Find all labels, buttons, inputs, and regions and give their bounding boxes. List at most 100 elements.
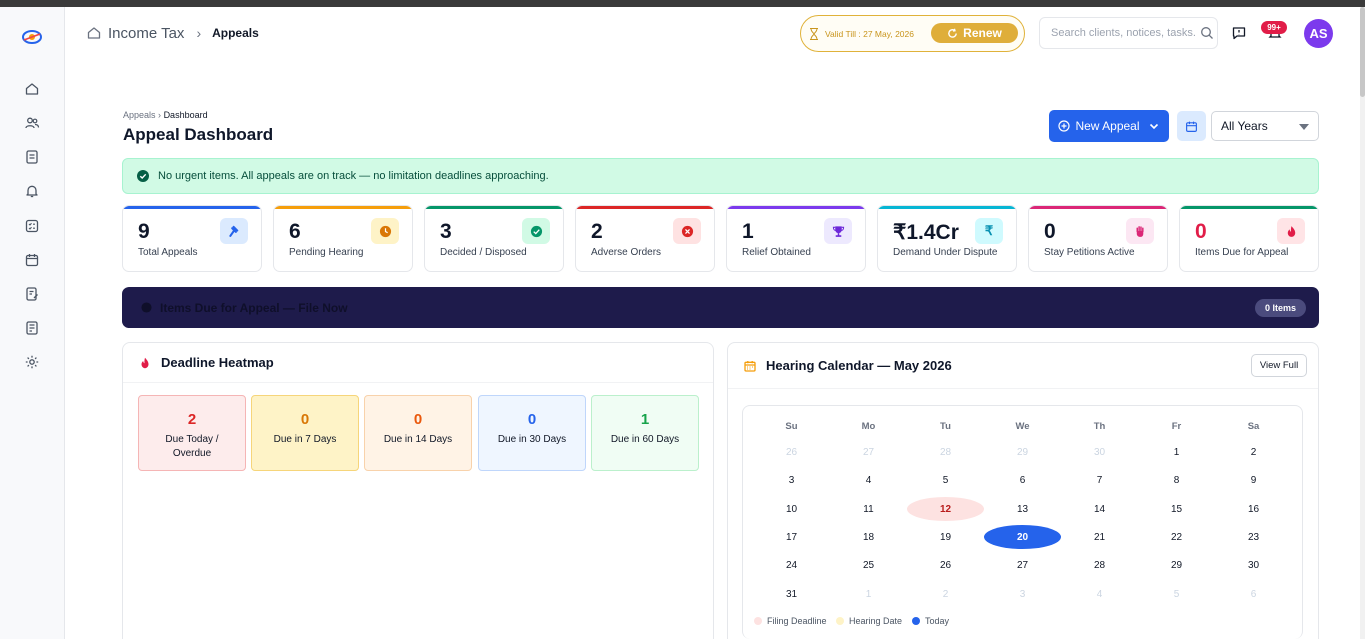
- sidebar-item-settings[interactable]: [19, 349, 45, 375]
- calendar-day[interactable]: 11: [830, 497, 907, 521]
- stat-card-items-due-for-appeal[interactable]: 0 Items Due for Appeal: [1179, 205, 1319, 272]
- user-avatar[interactable]: AS: [1304, 19, 1333, 48]
- calendar-day[interactable]: 20: [984, 525, 1061, 549]
- view-full-button[interactable]: View Full: [1251, 354, 1307, 377]
- sidebar-item-clients[interactable]: [19, 110, 45, 136]
- breadcrumb-module[interactable]: Income Tax: [108, 25, 184, 42]
- stat-value: 1: [742, 220, 754, 243]
- stat-label: Pending Hearing: [289, 247, 364, 258]
- calendar-day[interactable]: 1: [1138, 440, 1215, 464]
- calendar-day[interactable]: 3: [753, 468, 830, 492]
- stat-card-adverse-orders[interactable]: 2 Adverse Orders: [575, 205, 715, 272]
- search-icon[interactable]: [1200, 26, 1214, 40]
- calendar-day[interactable]: 6: [1215, 582, 1292, 606]
- checklist-icon: [25, 219, 39, 233]
- calendar-day[interactable]: 19: [907, 525, 984, 549]
- calendar-day[interactable]: 10: [753, 497, 830, 521]
- sidebar-item-notifications[interactable]: [19, 178, 45, 204]
- calendar-day[interactable]: 18: [830, 525, 907, 549]
- stat-card-decided-disposed[interactable]: 3 Decided / Disposed: [424, 205, 564, 272]
- calendar-day[interactable]: 29: [1138, 553, 1215, 577]
- calendar-day[interactable]: 24: [753, 553, 830, 577]
- stat-card-demand-under-dispute[interactable]: ₹1.4Cr Demand Under Dispute ₹: [877, 205, 1017, 272]
- stat-label: Stay Petitions Active: [1044, 247, 1135, 258]
- sidebar-item-documents[interactable]: [19, 144, 45, 170]
- calendar-day[interactable]: 16: [1215, 497, 1292, 521]
- weekday-header: Su: [785, 420, 798, 432]
- notification-count-badge[interactable]: 99+: [1261, 21, 1287, 34]
- calendar-view-button[interactable]: [1177, 111, 1206, 141]
- calendar-day[interactable]: 30: [1061, 440, 1138, 464]
- calendar-day[interactable]: 4: [1061, 582, 1138, 606]
- stat-card-pending-hearing[interactable]: 6 Pending Hearing: [273, 205, 413, 272]
- stat-card-relief-obtained[interactable]: 1 Relief Obtained: [726, 205, 866, 272]
- bell-icon: [26, 185, 38, 198]
- heatmap-cell-14-days[interactable]: 0 Due in 14 Days: [364, 395, 472, 471]
- page-breadcrumb: Appeals › Dashboard: [123, 110, 208, 120]
- calendar-day[interactable]: 6: [984, 468, 1061, 492]
- global-search[interactable]: [1039, 17, 1218, 49]
- calendar-day[interactable]: 22: [1138, 525, 1215, 549]
- calendar-day[interactable]: 2: [1215, 440, 1292, 464]
- heatmap-cell-60-days[interactable]: 1 Due in 60 Days: [591, 395, 699, 471]
- check-circle-icon: [137, 170, 149, 182]
- page-scrollbar[interactable]: [1360, 7, 1365, 639]
- calendar-day[interactable]: 26: [753, 440, 830, 464]
- calendar-day[interactable]: 27: [830, 440, 907, 464]
- status-alert: No urgent items. All appeals are on trac…: [122, 158, 1319, 194]
- heatmap-cell-due-today[interactable]: 2 Due Today / Overdue: [138, 395, 246, 471]
- new-appeal-button[interactable]: New Appeal: [1049, 110, 1169, 142]
- calendar-day[interactable]: 8: [1138, 468, 1215, 492]
- calendar-day[interactable]: 5: [907, 468, 984, 492]
- calendar-day[interactable]: 7: [1061, 468, 1138, 492]
- page-scrollbar-thumb[interactable]: [1360, 7, 1365, 97]
- calendar-day[interactable]: 25: [830, 553, 907, 577]
- calendar-day[interactable]: 26: [907, 553, 984, 577]
- year-filter-select[interactable]: All Years: [1211, 111, 1319, 141]
- items-due-banner[interactable]: Items Due for Appeal — File Now 0 Items: [122, 287, 1319, 328]
- sidebar-item-calendar[interactable]: [19, 247, 45, 273]
- calendar-day[interactable]: 21: [1061, 525, 1138, 549]
- sidebar-item-tasks[interactable]: [19, 213, 45, 239]
- heatmap-cell-7-days[interactable]: 0 Due in 7 Days: [251, 395, 359, 471]
- calendar-day[interactable]: 4: [830, 468, 907, 492]
- renew-button[interactable]: Renew: [931, 23, 1018, 43]
- calendar-day[interactable]: 27: [984, 553, 1061, 577]
- calendar-day[interactable]: 28: [1061, 553, 1138, 577]
- calendar-day[interactable]: 9: [1215, 468, 1292, 492]
- calendar-day[interactable]: 29: [984, 440, 1061, 464]
- plus-circle-icon: [1058, 120, 1071, 132]
- stat-value: 2: [591, 220, 603, 243]
- calendar-day[interactable]: 14: [1061, 497, 1138, 521]
- x-circle-icon: [673, 218, 701, 244]
- legend-today: Today: [912, 616, 949, 626]
- calendar-day[interactable]: 17: [753, 525, 830, 549]
- search-input[interactable]: [1051, 27, 1196, 39]
- heatmap-count: 0: [300, 411, 310, 428]
- messages-icon[interactable]: [1231, 25, 1247, 41]
- calendar-day[interactable]: 2: [907, 582, 984, 606]
- calendar-day[interactable]: 28: [907, 440, 984, 464]
- calendar-day[interactable]: 23: [1215, 525, 1292, 549]
- calendar-day[interactable]: 15: [1138, 497, 1215, 521]
- calendar-day[interactable]: 12: [907, 497, 984, 521]
- home-icon[interactable]: [86, 25, 102, 41]
- stat-card-total-appeals[interactable]: 9 Total Appeals: [122, 205, 262, 272]
- hand-icon: [1126, 218, 1154, 244]
- heatmap-cell-30-days[interactable]: 0 Due in 30 Days: [478, 395, 586, 471]
- stat-label: Demand Under Dispute: [893, 247, 998, 258]
- stat-card-stay-petitions-active[interactable]: 0 Stay Petitions Active: [1028, 205, 1168, 272]
- breadcrumb-parent[interactable]: Appeals: [123, 110, 156, 120]
- app-logo[interactable]: [19, 24, 45, 50]
- calendar-day[interactable]: 13: [984, 497, 1061, 521]
- calendar-day[interactable]: 31: [753, 582, 830, 606]
- sidebar-item-notices[interactable]: [19, 281, 45, 307]
- calendar-day[interactable]: 5: [1138, 582, 1215, 606]
- sidebar-item-reports[interactable]: [19, 315, 45, 341]
- calendar-day[interactable]: 3: [984, 582, 1061, 606]
- weekday-header: We: [1015, 420, 1030, 432]
- card-header: Deadline Heatmap: [123, 343, 713, 383]
- calendar-day[interactable]: 30: [1215, 553, 1292, 577]
- calendar-day[interactable]: 1: [830, 582, 907, 606]
- sidebar-item-home[interactable]: [19, 76, 45, 102]
